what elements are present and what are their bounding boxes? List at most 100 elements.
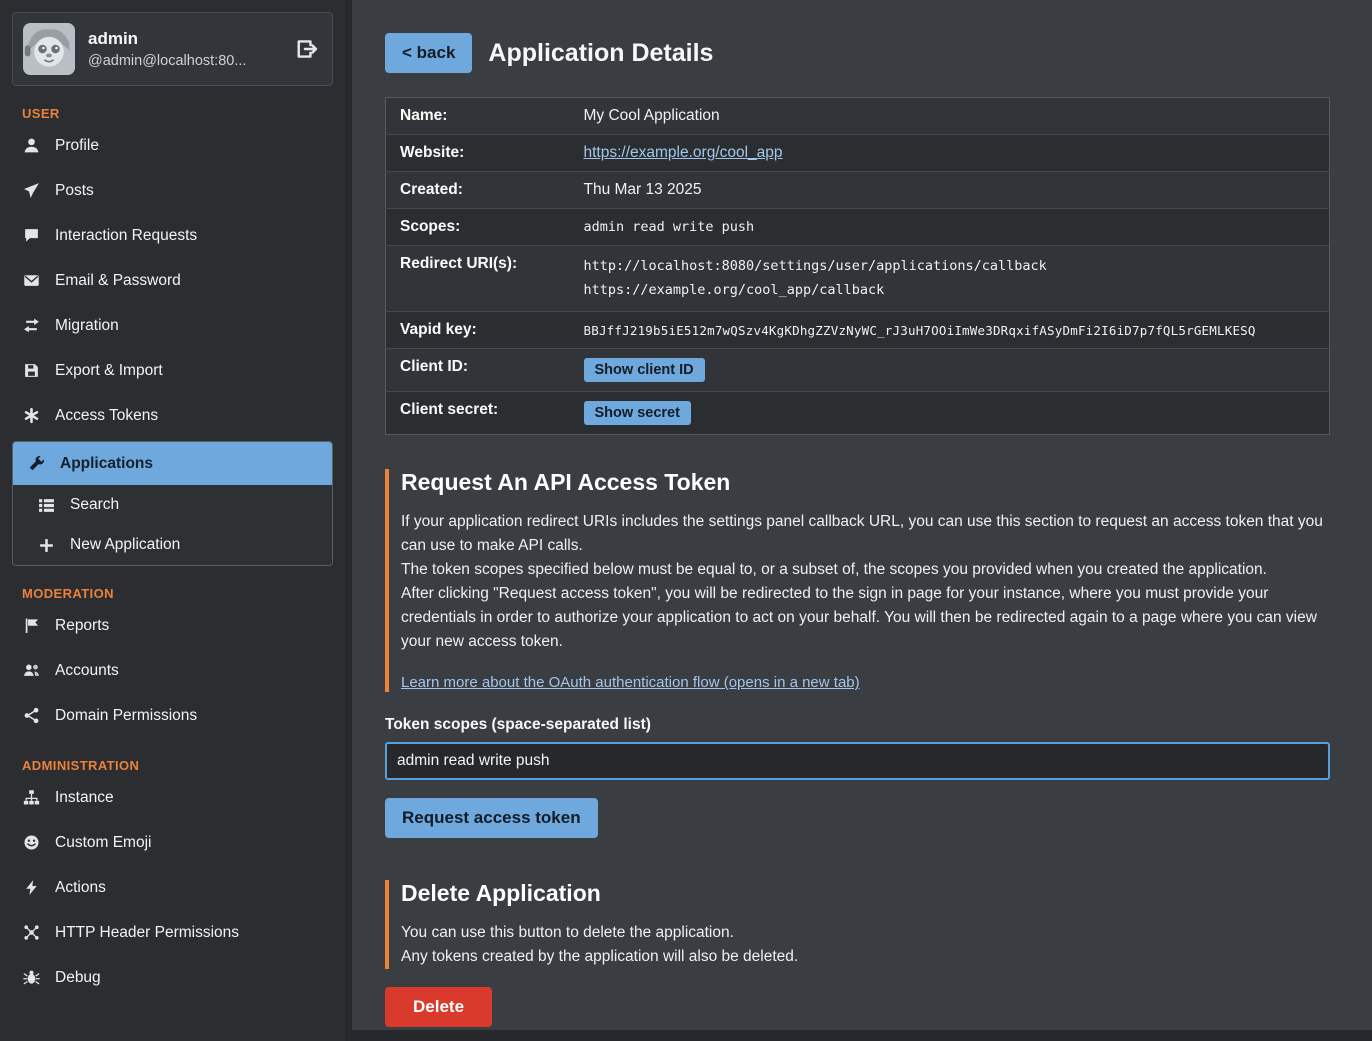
detail-row-scopes: Scopes: admin read write push bbox=[386, 209, 1330, 246]
user-handle: @admin@localhost:80... bbox=[88, 53, 246, 69]
sidebar-item-custom-emoji[interactable]: Custom Emoji bbox=[0, 820, 345, 865]
detail-value: BBJffJ219b5iE512m7wQSzv4KgKDhgZZVzNyWC_r… bbox=[576, 312, 1330, 349]
detail-value: http://localhost:8080/settings/user/appl… bbox=[576, 246, 1330, 312]
detail-label: Website: bbox=[386, 135, 576, 172]
network-dots-icon bbox=[22, 924, 40, 941]
detail-value: My Cool Application bbox=[576, 98, 1330, 135]
applications-submenu: Search New Application bbox=[13, 485, 332, 565]
save-icon bbox=[22, 362, 40, 379]
sidebar-item-debug[interactable]: Debug bbox=[0, 955, 345, 1000]
show-client-id-button[interactable]: Show client ID bbox=[584, 358, 705, 382]
applications-group: Applications Search New Application bbox=[12, 441, 333, 566]
section-title-administration: ADMINISTRATION bbox=[22, 758, 345, 773]
avatar bbox=[23, 23, 75, 75]
sidebar: admin @admin@localhost:80... USER Profil… bbox=[0, 0, 345, 1041]
redirect-uri-2: https://example.org/cool_app/callback bbox=[584, 279, 1322, 303]
sidebar-item-label: Instance bbox=[55, 789, 114, 807]
sitemap-icon bbox=[22, 789, 40, 806]
sidebar-item-migration[interactable]: Migration bbox=[0, 303, 345, 348]
token-scopes-label: Token scopes (space-separated list) bbox=[385, 716, 1330, 734]
detail-value: Show client ID bbox=[576, 349, 1330, 392]
share-nodes-icon bbox=[22, 707, 40, 724]
sidebar-item-label: New Application bbox=[70, 536, 180, 554]
sidebar-item-label: Custom Emoji bbox=[55, 834, 151, 852]
sidebar-item-label: HTTP Header Permissions bbox=[55, 924, 239, 942]
detail-row-created: Created: Thu Mar 13 2025 bbox=[386, 172, 1330, 209]
flag-icon bbox=[22, 617, 40, 634]
request-token-section: Request An API Access Token If your appl… bbox=[385, 469, 1330, 692]
header-row: < back Application Details bbox=[385, 33, 1330, 73]
delete-application-section: Delete Application You can use this butt… bbox=[385, 880, 1330, 969]
sidebar-item-interaction-requests[interactable]: Interaction Requests bbox=[0, 213, 345, 258]
smile-icon bbox=[22, 834, 40, 851]
sidebar-item-label: Actions bbox=[55, 879, 106, 897]
sidebar-item-label: Migration bbox=[55, 317, 119, 335]
sidebar-item-label: Debug bbox=[55, 969, 101, 987]
sidebar-item-label: Search bbox=[70, 496, 119, 514]
section-title-user: USER bbox=[22, 106, 345, 121]
delete-button[interactable]: Delete bbox=[385, 987, 492, 1027]
sidebar-item-label: Access Tokens bbox=[55, 407, 158, 425]
sidebar-item-search[interactable]: Search bbox=[13, 485, 332, 525]
sidebar-item-export-import[interactable]: Export & Import bbox=[0, 348, 345, 393]
plus-icon bbox=[37, 537, 55, 554]
sidebar-item-posts[interactable]: Posts bbox=[0, 168, 345, 213]
request-token-title: Request An API Access Token bbox=[401, 469, 1330, 496]
envelope-icon bbox=[22, 272, 40, 289]
sidebar-item-label: Email & Password bbox=[55, 272, 181, 290]
detail-value: admin read write push bbox=[576, 209, 1330, 246]
bug-icon bbox=[22, 969, 40, 986]
detail-label: Vapid key: bbox=[386, 312, 576, 349]
sidebar-item-label: Reports bbox=[55, 617, 109, 635]
sidebar-item-access-tokens[interactable]: Access Tokens bbox=[0, 393, 345, 438]
sidebar-item-label: Export & Import bbox=[55, 362, 163, 380]
application-details-table: Name: My Cool Application Website: https… bbox=[385, 97, 1330, 435]
request-access-token-button[interactable]: Request access token bbox=[385, 798, 598, 838]
delete-paragraph: Any tokens created by the application wi… bbox=[401, 945, 1330, 969]
delete-paragraph: You can use this button to delete the ap… bbox=[401, 921, 1330, 945]
sign-out-icon[interactable] bbox=[296, 38, 318, 60]
sidebar-item-instance[interactable]: Instance bbox=[0, 775, 345, 820]
list-icon bbox=[37, 497, 55, 514]
arrows-left-right-icon bbox=[22, 317, 40, 334]
detail-label: Name: bbox=[386, 98, 576, 135]
sidebar-item-label: Posts bbox=[55, 182, 94, 200]
detail-value: Thu Mar 13 2025 bbox=[576, 172, 1330, 209]
detail-row-client-secret: Client secret: Show secret bbox=[386, 392, 1330, 435]
detail-value: Show secret bbox=[576, 392, 1330, 435]
sidebar-item-domain-permissions[interactable]: Domain Permissions bbox=[0, 693, 345, 738]
detail-label: Scopes: bbox=[386, 209, 576, 246]
detail-row-name: Name: My Cool Application bbox=[386, 98, 1330, 135]
detail-value: https://example.org/cool_app bbox=[576, 135, 1330, 172]
detail-label: Redirect URI(s): bbox=[386, 246, 576, 312]
sidebar-item-accounts[interactable]: Accounts bbox=[0, 648, 345, 693]
main-content: < back Application Details Name: My Cool… bbox=[352, 0, 1372, 1030]
request-token-paragraph: The token scopes specified below must be… bbox=[401, 558, 1330, 582]
show-secret-button[interactable]: Show secret bbox=[584, 401, 691, 425]
comment-icon bbox=[22, 227, 40, 244]
sidebar-item-profile[interactable]: Profile bbox=[0, 123, 345, 168]
sidebar-item-http-header-permissions[interactable]: HTTP Header Permissions bbox=[0, 910, 345, 955]
user-card[interactable]: admin @admin@localhost:80... bbox=[12, 12, 333, 86]
section-title-moderation: MODERATION bbox=[22, 586, 345, 601]
sidebar-item-label: Applications bbox=[60, 455, 153, 473]
page-title: Application Details bbox=[488, 39, 713, 68]
sidebar-item-label: Domain Permissions bbox=[55, 707, 197, 725]
sidebar-item-label: Profile bbox=[55, 137, 99, 155]
user-meta: admin @admin@localhost:80... bbox=[88, 29, 246, 69]
detail-row-vapid-key: Vapid key: BBJffJ219b5iE512m7wQSzv4KgKDh… bbox=[386, 312, 1330, 349]
user-icon bbox=[22, 137, 40, 154]
sidebar-item-label: Accounts bbox=[55, 662, 119, 680]
sidebar-item-new-application[interactable]: New Application bbox=[13, 525, 332, 565]
oauth-docs-link[interactable]: Learn more about the OAuth authenticatio… bbox=[401, 674, 860, 691]
sidebar-item-applications[interactable]: Applications bbox=[13, 442, 332, 485]
token-scopes-input[interactable] bbox=[385, 742, 1330, 780]
asterisk-icon bbox=[22, 407, 40, 424]
detail-row-website: Website: https://example.org/cool_app bbox=[386, 135, 1330, 172]
sidebar-item-actions[interactable]: Actions bbox=[0, 865, 345, 910]
website-link[interactable]: https://example.org/cool_app bbox=[584, 144, 783, 161]
sidebar-item-email-password[interactable]: Email & Password bbox=[0, 258, 345, 303]
redirect-uri-1: http://localhost:8080/settings/user/appl… bbox=[584, 255, 1322, 279]
back-button[interactable]: < back bbox=[385, 33, 472, 73]
sidebar-item-reports[interactable]: Reports bbox=[0, 603, 345, 648]
